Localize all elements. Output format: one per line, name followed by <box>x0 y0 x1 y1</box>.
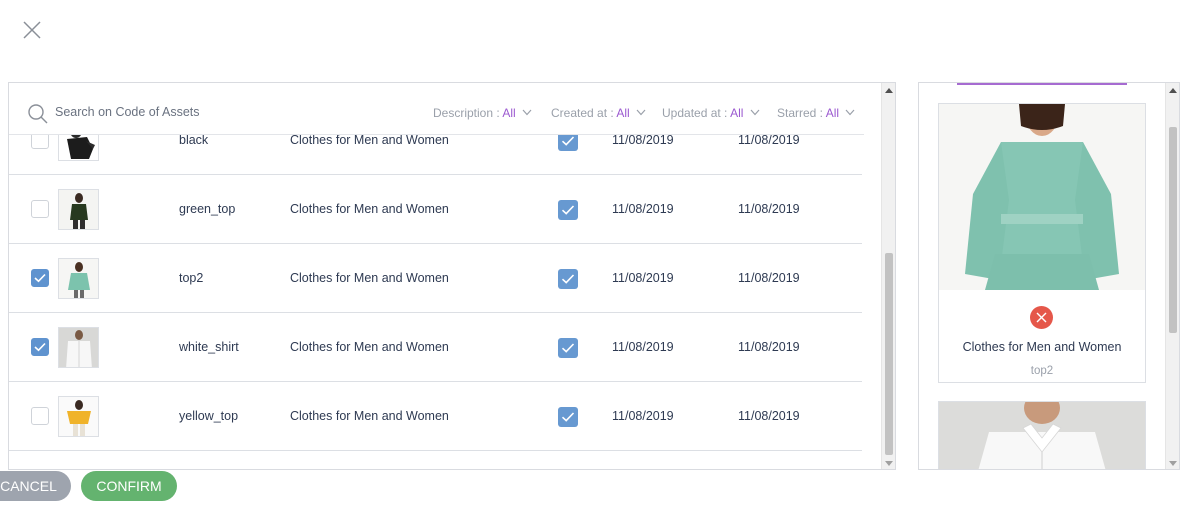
created-date: 11/08/2019 <box>612 133 674 147</box>
filter-starred[interactable]: Starred : All <box>777 106 855 120</box>
asset-table: black Clothes for Men and Women 11/08/20… <box>9 83 864 469</box>
panel-scrollbar[interactable] <box>1165 83 1179 469</box>
scroll-down-arrow-icon[interactable] <box>1169 461 1177 466</box>
updated-date: 11/08/2019 <box>738 340 800 354</box>
chevron-down-icon <box>750 109 760 116</box>
scroll-up-arrow-icon[interactable] <box>885 88 893 93</box>
filter-value: All <box>825 106 840 120</box>
asset-description: Clothes for Men and Women <box>290 202 449 216</box>
selected-asset-card <box>938 401 1146 469</box>
filter-created-at[interactable]: Created at : All <box>551 106 646 120</box>
chevron-down-icon <box>636 109 646 116</box>
filter-label: Starred : <box>777 106 824 120</box>
row-select-checkbox[interactable] <box>31 338 49 356</box>
filter-value: All <box>616 106 630 120</box>
card-title: Clothes for Men and Women <box>962 340 1122 354</box>
starred-checkbox[interactable] <box>558 407 578 427</box>
search-input[interactable] <box>55 105 375 119</box>
starred-checkbox[interactable] <box>558 200 578 220</box>
confirm-button[interactable]: CONFIRM <box>81 471 177 501</box>
scroll-thumb[interactable] <box>1169 127 1177 333</box>
filter-value: All <box>502 106 516 120</box>
table-row[interactable]: white_shirt Clothes for Men and Women 11… <box>9 313 862 382</box>
created-date: 11/08/2019 <box>612 202 674 216</box>
created-date: 11/08/2019 <box>612 340 674 354</box>
selected-asset-card: Clothes for Men and Women top2 <box>938 103 1146 383</box>
scroll-down-arrow-icon[interactable] <box>885 461 893 466</box>
asset-code: black <box>179 133 209 147</box>
chevron-down-icon <box>522 109 532 116</box>
starred-checkbox[interactable] <box>558 338 578 358</box>
asset-description: Clothes for Men and Women <box>290 409 449 423</box>
card-code: top2 <box>1030 365 1054 377</box>
scroll-thumb[interactable] <box>885 253 893 455</box>
asset-thumbnail[interactable] <box>58 189 99 230</box>
table-row[interactable]: yellow_top Clothes for Men and Women 11/… <box>9 382 862 451</box>
row-select-checkbox[interactable] <box>31 407 49 425</box>
asset-image <box>939 402 1145 469</box>
row-select-checkbox[interactable] <box>31 269 49 287</box>
asset-description: Clothes for Men and Women <box>290 133 449 147</box>
updated-date: 11/08/2019 <box>738 202 800 216</box>
updated-date: 11/08/2019 <box>738 133 800 147</box>
filter-bar: Description : All Created at : All Updat… <box>9 83 864 135</box>
created-date: 11/08/2019 <box>612 409 674 423</box>
asset-code: yellow_top <box>179 409 239 423</box>
updated-date: 11/08/2019 <box>738 271 800 285</box>
asset-list-panel: black Clothes for Men and Women 11/08/20… <box>8 82 896 470</box>
row-select-checkbox[interactable] <box>31 200 49 218</box>
scroll-up-arrow-icon[interactable] <box>1169 88 1177 93</box>
filter-label: Updated at : <box>662 106 728 120</box>
table-row[interactable]: top2 Clothes for Men and Women 11/08/201… <box>9 244 862 313</box>
chevron-down-icon <box>845 109 855 116</box>
asset-code: top2 <box>179 271 204 285</box>
cancel-button[interactable]: CANCEL <box>0 471 71 501</box>
starred-checkbox[interactable] <box>558 269 578 289</box>
close-icon <box>1036 312 1047 323</box>
asset-thumbnail[interactable] <box>58 396 99 437</box>
filter-updated-at[interactable]: Updated at : All <box>662 106 760 120</box>
filter-value: All <box>730 106 744 120</box>
close-icon[interactable] <box>22 20 42 40</box>
updated-date: 11/08/2019 <box>738 409 800 423</box>
asset-code: white_shirt <box>179 340 239 354</box>
remove-asset-button[interactable] <box>1030 306 1053 329</box>
asset-image <box>939 104 1145 290</box>
table-row[interactable]: green_top Clothes for Men and Women 11/0… <box>9 175 862 244</box>
search-icon <box>28 104 48 124</box>
asset-code: green_top <box>179 202 236 216</box>
selected-assets-panel: Clothes for Men and Women top2 <box>918 82 1180 470</box>
created-date: 11/08/2019 <box>612 271 674 285</box>
active-tab-indicator <box>957 83 1127 85</box>
asset-thumbnail[interactable] <box>58 327 99 368</box>
asset-description: Clothes for Men and Women <box>290 271 449 285</box>
filter-label: Created at : <box>551 106 614 120</box>
asset-thumbnail[interactable] <box>58 258 99 299</box>
filter-label: Description : <box>433 106 500 120</box>
asset-description: Clothes for Men and Women <box>290 340 449 354</box>
list-scrollbar[interactable] <box>881 83 895 469</box>
filter-description[interactable]: Description : All <box>433 106 532 120</box>
